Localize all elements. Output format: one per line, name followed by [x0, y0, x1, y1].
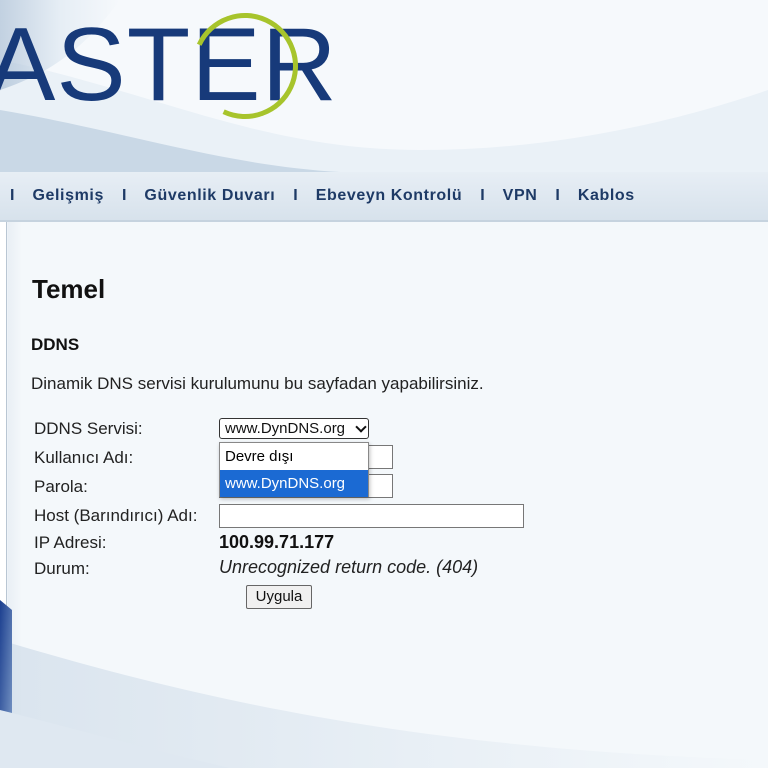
username-label: Kullanıcı Adı: [34, 448, 134, 467]
ip-address-label: IP Adresi: [34, 533, 107, 552]
page-title: Temel [32, 274, 106, 304]
nav-separator: I [480, 187, 485, 204]
page-description: Dinamik DNS servisi kurulumunu bu sayfad… [31, 374, 484, 393]
status-value: Unrecognized return code. (404) [219, 557, 479, 577]
bottom-swoosh-graphic [0, 600, 768, 768]
nav-separator: I [121, 187, 127, 204]
ddns-service-dropdown-list: Devre dışı www.DynDNS.org [219, 442, 369, 497]
ip-address-value: 100.99.71.177 [219, 532, 335, 552]
nav-item-kablosuz[interactable]: Kablos [578, 187, 635, 205]
dropdown-option-devre-disi[interactable]: Devre dışı [220, 443, 368, 470]
dropdown-option-dyndns[interactable]: www.DynDNS.org [220, 470, 368, 497]
nav-separator: I [10, 187, 15, 204]
nav-item-guvenlik-duvari[interactable]: Güvenlik Duvarı [144, 187, 275, 205]
nav-separator: I [555, 187, 560, 204]
ddns-service-select[interactable]: www.DynDNS.org [219, 418, 369, 439]
nav-item-gelismis[interactable]: Gelişmiş [32, 187, 104, 205]
chevron-down-icon [355, 421, 367, 433]
main-navigation: I Gelişmiş I Güvenlik Duvarı I Ebeveyn K… [0, 172, 768, 222]
ddns-service-label: DDNS Servisi: [34, 419, 143, 438]
host-name-input[interactable] [219, 504, 524, 528]
password-label: Parola: [34, 477, 88, 496]
ddns-service-selected-value: www.DynDNS.org [225, 420, 346, 437]
nav-item-vpn[interactable]: VPN [503, 187, 538, 205]
status-label: Durum: [34, 559, 90, 578]
nav-separator: I [293, 187, 298, 204]
header: ASTER [0, 0, 768, 172]
section-title: DDNS [31, 335, 80, 354]
nav-item-ebeveyn-kontrolu[interactable]: Ebeveyn Kontrolü [316, 187, 463, 205]
host-label: Host (Barındırıcı) Adı: [34, 506, 198, 525]
apply-button[interactable]: Uygula [246, 585, 312, 609]
